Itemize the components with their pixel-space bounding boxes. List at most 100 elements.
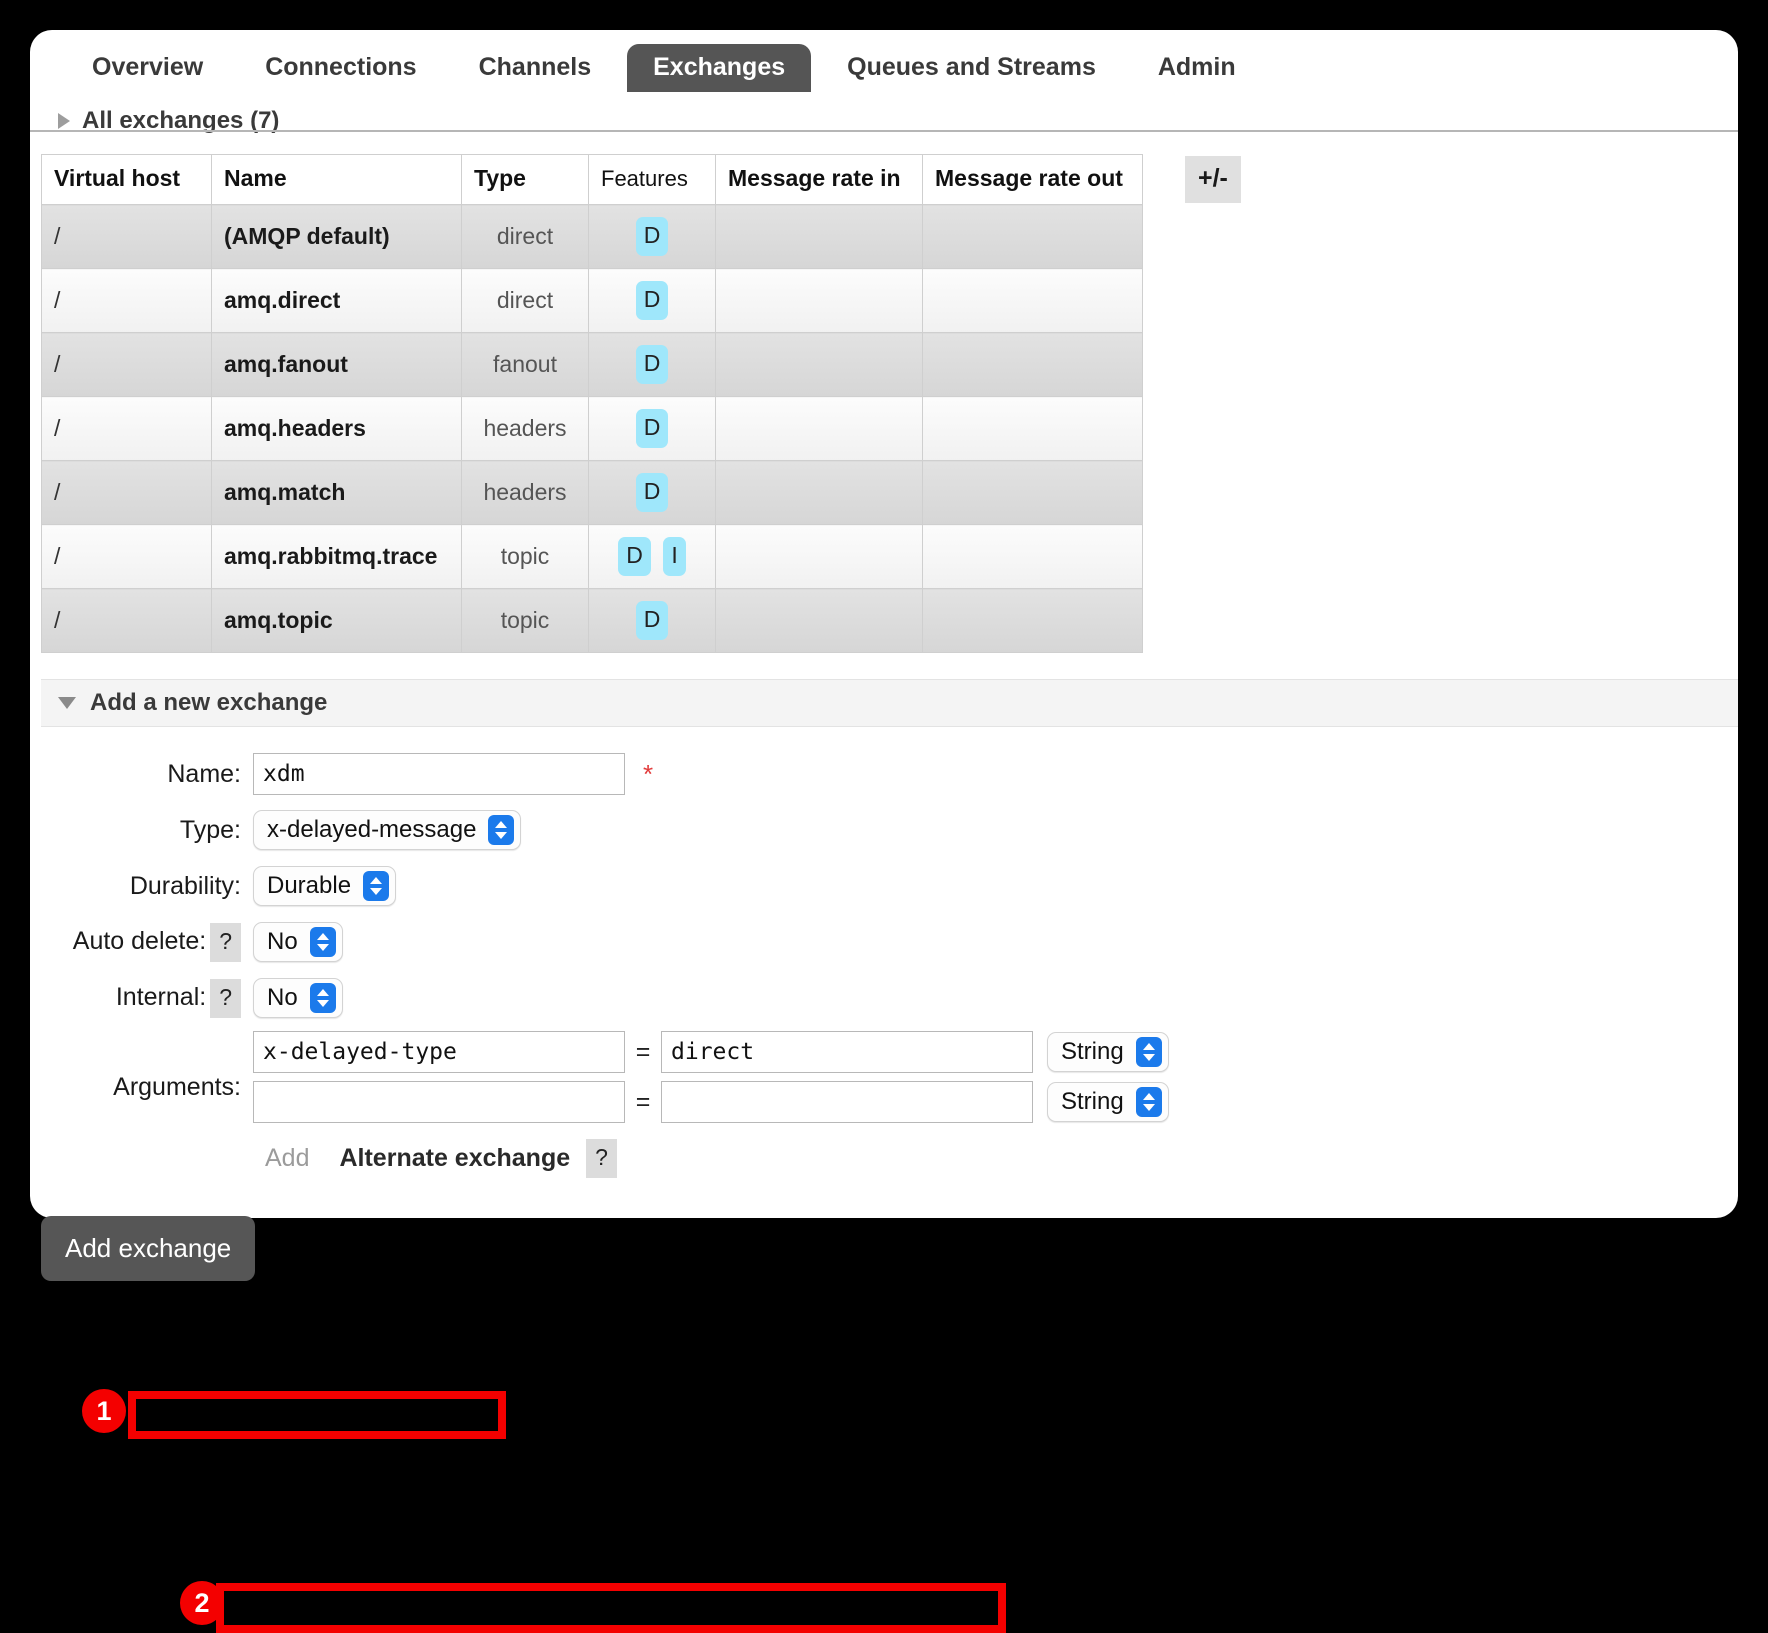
cell-message-rate-out	[922, 588, 1143, 653]
table-row[interactable]: / amq.fanout fanout D	[41, 332, 1143, 397]
add-exchange-title: Add a new exchange	[90, 689, 328, 716]
argument-equals-sign: =	[635, 1037, 651, 1066]
column-header-message-rate-out[interactable]: Message rate out	[922, 154, 1143, 205]
main-nav-tabs: Overview Connections Channels Exchanges …	[30, 30, 1738, 132]
cell-name[interactable]: amq.direct	[211, 268, 462, 333]
auto-delete-help-icon[interactable]: ?	[210, 922, 241, 962]
tab-connections[interactable]: Connections	[239, 44, 442, 92]
internal-help-icon[interactable]: ?	[210, 978, 241, 1018]
cell-message-rate-in	[715, 524, 923, 589]
argument-type-select-2[interactable]: String	[1047, 1082, 1169, 1122]
tab-channels[interactable]: Channels	[453, 44, 618, 92]
chevron-right-icon	[58, 113, 70, 129]
cell-virtual-host: /	[41, 204, 212, 269]
add-exchange-section-header[interactable]: Add a new exchange	[41, 679, 1738, 727]
cell-name[interactable]: amq.match	[211, 460, 462, 525]
column-toggle-button[interactable]: +/-	[1185, 156, 1241, 203]
cell-name[interactable]: (AMQP default)	[211, 204, 462, 269]
form-row-type: Type: x-delayed-message	[41, 807, 1738, 853]
form-row-internal: Internal:? No	[41, 975, 1738, 1021]
cell-virtual-host: /	[41, 524, 212, 589]
cell-features: D	[588, 268, 716, 333]
cell-features: D I	[588, 524, 716, 589]
column-header-type[interactable]: Type	[461, 154, 589, 205]
cell-features: D	[588, 588, 716, 653]
chevron-updown-icon	[1135, 1087, 1162, 1117]
argument-type-select-1[interactable]: String	[1047, 1032, 1169, 1072]
table-row[interactable]: / amq.rabbitmq.trace topic D I	[41, 524, 1143, 589]
add-exchange-form: Name: * Type: x-delayed-message Durabili…	[30, 751, 1738, 1633]
durability-select[interactable]: Durable	[253, 866, 397, 906]
tab-overview[interactable]: Overview	[66, 44, 229, 92]
cell-message-rate-in	[715, 460, 923, 525]
durability-value: Durable	[267, 872, 352, 899]
cell-message-rate-out	[922, 332, 1143, 397]
app-window: Overview Connections Channels Exchanges …	[30, 30, 1738, 1633]
table-row[interactable]: / amq.direct direct D	[41, 268, 1143, 333]
name-label: Name:	[167, 759, 241, 788]
arguments-rows: = String = String	[253, 1031, 1169, 1131]
feature-badge-durable: D	[635, 473, 669, 512]
annotation-number-1: 1	[82, 1389, 126, 1433]
argument-key-input-1[interactable]	[253, 1031, 625, 1073]
type-label: Type:	[179, 815, 241, 844]
auto-delete-select[interactable]: No	[253, 922, 343, 962]
argument-value-input-2[interactable]	[661, 1081, 1033, 1123]
cell-name[interactable]: amq.rabbitmq.trace	[211, 524, 462, 589]
table-row[interactable]: / amq.headers headers D	[41, 396, 1143, 461]
table-row[interactable]: / amq.topic topic D	[41, 588, 1143, 653]
cell-name[interactable]: amq.fanout	[211, 332, 462, 397]
cell-type: headers	[461, 460, 589, 525]
cell-features: D	[588, 396, 716, 461]
argument-type-value-2: String	[1061, 1088, 1124, 1115]
alternate-exchange-help-icon[interactable]: ?	[586, 1139, 617, 1178]
table-header-row: Virtual host Name Type Features Message …	[41, 154, 1143, 205]
tabbar-divider	[30, 130, 1738, 132]
exchange-name-input[interactable]	[253, 753, 625, 795]
argument-key-input-2[interactable]	[253, 1081, 625, 1123]
arguments-label: Arguments:	[113, 1073, 241, 1101]
argument-value-input-1[interactable]	[661, 1031, 1033, 1073]
argument-equals-sign: =	[635, 1087, 651, 1116]
argument-type-value-1: String	[1061, 1038, 1124, 1065]
arguments-actions-row: Add Alternate exchange ?	[41, 1139, 1738, 1178]
argument-row: = String	[253, 1081, 1169, 1123]
feature-badge-durable: D	[618, 537, 651, 576]
cell-message-rate-in	[715, 268, 923, 333]
form-row-arguments: Arguments: = String = String	[41, 1031, 1738, 1131]
cell-type: headers	[461, 396, 589, 461]
tab-admin[interactable]: Admin	[1132, 44, 1262, 92]
column-header-features: Features	[588, 154, 716, 205]
tab-queues-and-streams[interactable]: Queues and Streams	[821, 44, 1122, 92]
cell-name[interactable]: amq.headers	[211, 396, 462, 461]
add-exchange-submit-button[interactable]: Add exchange	[41, 1216, 256, 1281]
column-header-virtual-host[interactable]: Virtual host	[41, 154, 212, 205]
cell-virtual-host: /	[41, 268, 212, 333]
internal-label: Internal:?	[41, 978, 253, 1018]
chevron-updown-icon	[1135, 1037, 1162, 1067]
table-row[interactable]: / (AMQP default) direct D	[41, 204, 1143, 269]
column-header-name[interactable]: Name	[211, 154, 462, 205]
cell-type: direct	[461, 268, 589, 333]
tab-exchanges[interactable]: Exchanges	[627, 44, 812, 92]
exchange-type-select[interactable]: x-delayed-message	[253, 810, 522, 850]
cell-name[interactable]: amq.topic	[211, 588, 462, 653]
cell-features: D	[588, 460, 716, 525]
cell-features: D	[588, 332, 716, 397]
chevron-updown-icon	[488, 815, 515, 845]
cell-message-rate-out	[922, 396, 1143, 461]
cell-message-rate-in	[715, 332, 923, 397]
form-row-name: Name: *	[41, 751, 1738, 797]
alternate-exchange-label[interactable]: Alternate exchange	[339, 1144, 570, 1173]
add-argument-link[interactable]: Add	[265, 1144, 309, 1173]
form-row-durability: Durability: Durable	[41, 863, 1738, 909]
column-header-message-rate-in[interactable]: Message rate in	[715, 154, 923, 205]
table-row[interactable]: / amq.match headers D	[41, 460, 1143, 525]
internal-select[interactable]: No	[253, 978, 343, 1018]
internal-label-text: Internal:	[115, 982, 207, 1011]
auto-delete-label: Auto delete:?	[41, 922, 253, 962]
feature-badge-durable: D	[635, 281, 669, 320]
cell-message-rate-in	[715, 396, 923, 461]
feature-badge-durable: D	[635, 345, 669, 384]
cell-virtual-host: /	[41, 396, 212, 461]
